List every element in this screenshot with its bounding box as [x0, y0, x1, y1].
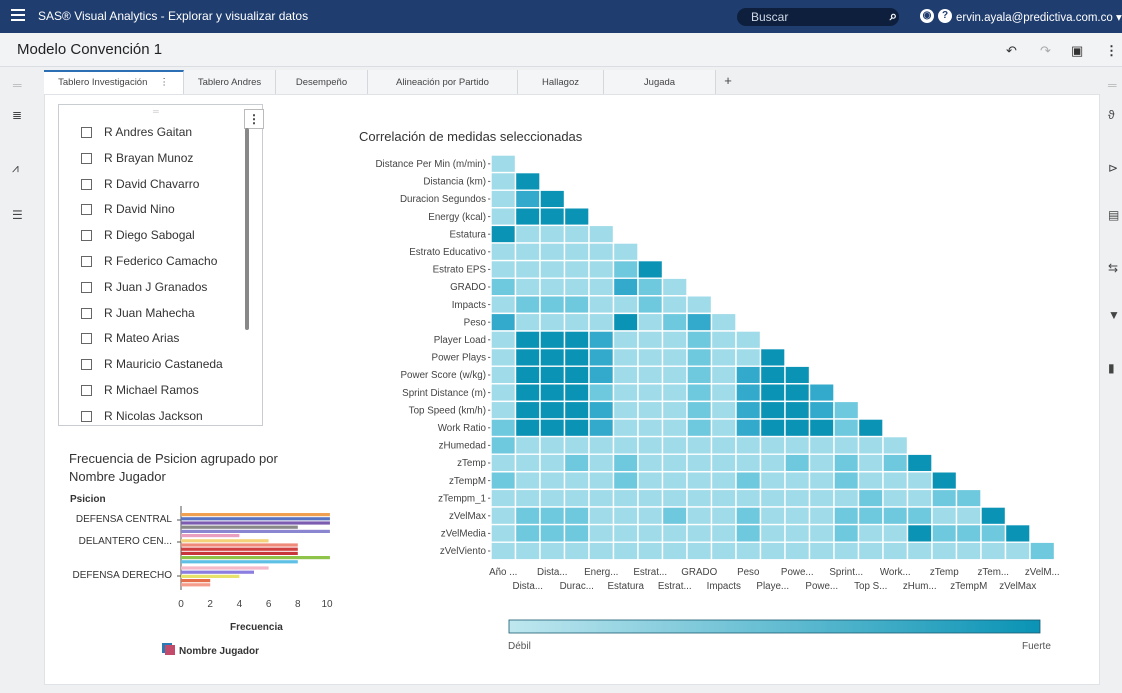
bar-x-axis-title: Frecuencia	[230, 622, 283, 633]
player-list-panel: ═ R Andres Gaitan R Brayan Munoz R David C…	[58, 104, 263, 426]
list-item-label: R Diego Sabogal	[104, 228, 195, 243]
list-item-label: R Brayan Munoz	[104, 150, 194, 165]
bar-category-label: DEFENSA CENTRAL	[75, 514, 172, 525]
checkbox[interactable]	[81, 307, 92, 319]
bar-category-label: DELANTERO CEN...	[78, 536, 172, 547]
help-icon[interactable]: ?	[938, 9, 952, 23]
tab-alineacion[interactable]: Alineación por Partido	[368, 70, 518, 94]
search-icon[interactable]: ⌕	[890, 8, 897, 24]
rules-icon[interactable]: ⇆	[1108, 261, 1118, 275]
tab-desempeno[interactable]: Desempeño	[276, 70, 368, 94]
checkbox[interactable]	[81, 256, 92, 267]
checkbox[interactable]	[81, 230, 92, 242]
legend-label: Nombre Jugador	[179, 646, 260, 657]
scale-weak-label: Débil	[508, 641, 531, 652]
top-bar: SAS® Visual Analytics - Explorar y visua…	[0, 0, 1122, 33]
bar-y-axis-title: Psicion	[70, 494, 106, 505]
list-item-label: R Mateo Arias	[104, 331, 180, 346]
search-placeholder: Buscar	[751, 10, 789, 24]
collapse-handle-icon[interactable]: ═	[1108, 78, 1117, 92]
list-item-label: R Michael Ramos	[104, 383, 199, 397]
outline-icon[interactable]: ☰	[12, 208, 23, 222]
ranks-icon[interactable]: ▮	[1108, 361, 1115, 375]
checkbox[interactable]	[81, 410, 92, 422]
options-icon[interactable]: ϑ	[1108, 108, 1115, 122]
list-item-label: R Nicolas Jackson	[104, 408, 203, 423]
heatmap-title: Correlación de medidas seleccionadas	[359, 129, 583, 144]
list-menu-button[interactable]: ⋮	[244, 109, 264, 129]
report-tabs: Tablero Investigación ⋮ Tablero Andres De…	[44, 70, 744, 94]
checkbox[interactable]	[81, 333, 92, 345]
checkbox[interactable]	[81, 281, 92, 293]
tab-tablero-investigacion[interactable]: Tablero Investigación ⋮	[44, 70, 184, 94]
checkbox[interactable]	[81, 359, 92, 371]
data-icon[interactable]: ≣	[12, 108, 22, 122]
bar-chart-title: Frecuencia de Psicion agrupado por Nombr…	[69, 451, 278, 484]
tab-menu-icon[interactable]: ⋮	[159, 77, 169, 88]
save-icon[interactable]: ▣	[1071, 43, 1083, 59]
list-item-label: R Andres Gaitan	[104, 125, 193, 139]
redo-icon[interactable]: ↷	[1040, 43, 1051, 59]
report-title-bar: Modelo Convención 1 ↶ ↷ ▣ ⋮	[0, 33, 1122, 67]
add-tab-button[interactable]: +	[716, 70, 740, 94]
checkbox[interactable]	[81, 152, 92, 164]
filters-icon[interactable]: ▼	[1108, 308, 1120, 322]
checkbox[interactable]	[81, 385, 92, 396]
undo-icon[interactable]: ↶	[1006, 43, 1017, 59]
list-item-label: R David Nino	[104, 202, 175, 217]
actions-icon[interactable]: ▤	[1108, 208, 1119, 222]
more-options-icon[interactable]: ⋮	[1105, 43, 1118, 59]
hamburger-menu-icon[interactable]	[11, 9, 25, 23]
list-item-label: R Federico Camacho	[104, 254, 218, 268]
list-item-label: R Juan J Granados	[104, 279, 208, 294]
search-input[interactable]: Buscar ⌕	[737, 8, 899, 26]
bar-legend: Nombre Jugador	[165, 645, 259, 657]
list-item-label: R Mauricio Castaneda	[104, 357, 223, 372]
notifications-icon[interactable]: ◉	[920, 9, 934, 23]
list-item-label: R David Chavarro	[104, 176, 200, 191]
left-rail: ═ ≣ ⩘ ☰	[0, 68, 38, 693]
list-scrollbar[interactable]	[245, 128, 249, 330]
tab-hallagoz[interactable]: Hallagoz	[518, 70, 604, 94]
bar-category-label: DEFENSA DERECHO	[72, 570, 172, 581]
app-title: SAS® Visual Analytics - Explorar y visua…	[38, 9, 309, 23]
tab-label: Tablero Investigación	[58, 77, 148, 88]
legend-swatch	[165, 645, 175, 655]
tab-jugada[interactable]: Jugada	[604, 70, 716, 94]
drag-handle-icon[interactable]: ═	[153, 107, 159, 116]
user-menu[interactable]: ervin.ayala@predictiva.com.co ▾	[956, 10, 1122, 24]
checkbox[interactable]	[81, 127, 92, 138]
objects-icon[interactable]: ⩘	[12, 161, 19, 176]
checkbox[interactable]	[81, 204, 92, 216]
roles-icon[interactable]: ⊳	[1108, 161, 1118, 175]
checkbox[interactable]	[81, 178, 92, 190]
report-title: Modelo Convención 1	[17, 41, 163, 58]
tab-tablero-andres[interactable]: Tablero Andres	[184, 70, 276, 94]
list-item-label: R Juan Mahecha	[104, 305, 195, 320]
right-rail: ═ ϑ ⊳ ▤ ⇆ ▼ ▮	[1102, 68, 1122, 693]
collapse-handle-icon[interactable]: ═	[13, 78, 22, 92]
scale-strong-label: Fuerte	[1022, 641, 1051, 652]
